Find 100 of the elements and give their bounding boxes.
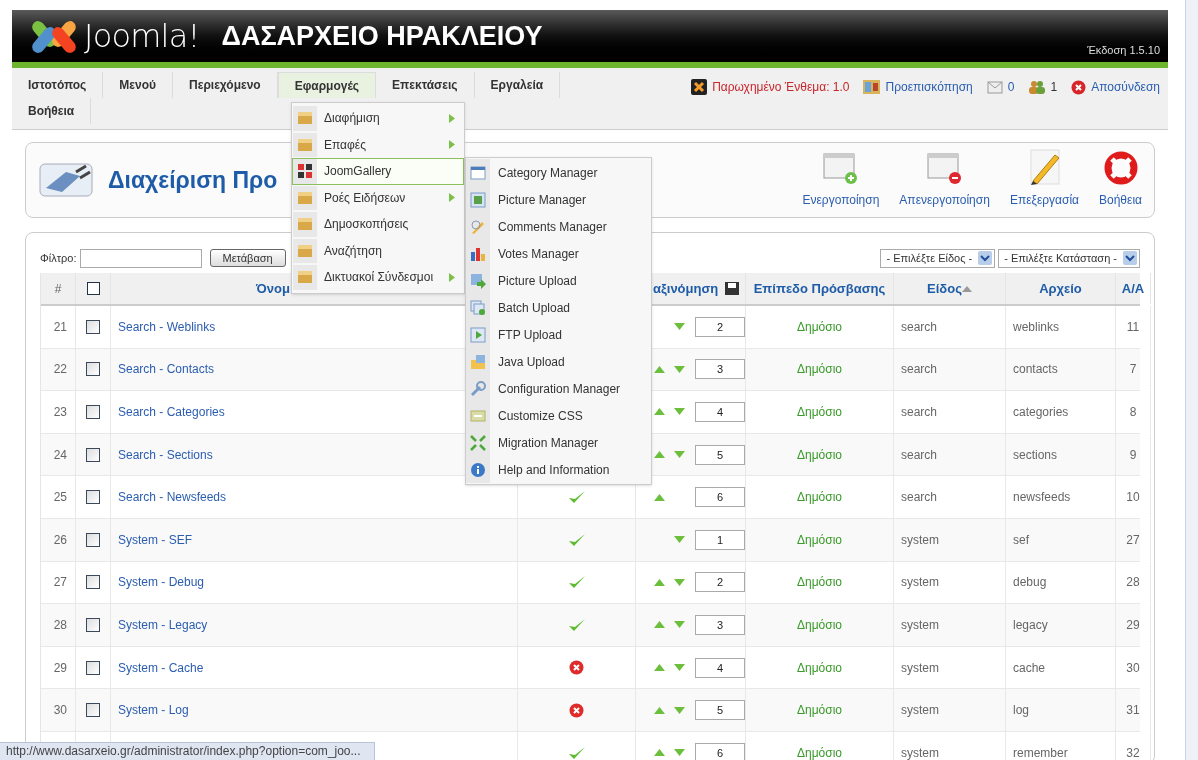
menu-item[interactable]: Περιεχόμενο xyxy=(173,72,278,98)
order-field[interactable]: 4 xyxy=(695,657,745,678)
plugin-link[interactable]: Search - Categories xyxy=(118,403,225,421)
access-link[interactable]: Δημόσιο xyxy=(797,445,842,464)
column-header[interactable]: Επίπεδο Πρόσβασης xyxy=(753,278,886,299)
arrow-up-icon[interactable] xyxy=(654,451,665,459)
menu-item[interactable]: Help and Information xyxy=(466,456,651,483)
menu-item[interactable]: Customize CSS xyxy=(466,402,651,429)
plugin-link[interactable]: System - Cache xyxy=(118,658,204,677)
arrow-up-icon[interactable] xyxy=(654,493,665,501)
menu-item[interactable]: Επεκτάσεις xyxy=(376,72,475,98)
access-link[interactable]: Δημόσιο xyxy=(797,701,842,720)
select-dropdown[interactable]: - Επιλέξτε Κατάσταση - xyxy=(998,248,1140,268)
checkbox[interactable] xyxy=(86,282,100,295)
go-button[interactable]: Μετάβαση xyxy=(209,249,286,267)
users-link[interactable]: 1 xyxy=(1050,78,1058,96)
column-header[interactable]: Όνομ xyxy=(256,278,290,299)
order-field[interactable]: 2 xyxy=(695,572,745,593)
checkbox[interactable] xyxy=(86,617,100,632)
select-dropdown[interactable]: - Επιλέξτε Είδος - xyxy=(880,248,996,268)
access-link[interactable]: Δημόσιο xyxy=(797,658,842,677)
order-field[interactable]: 6 xyxy=(695,742,745,760)
plugin-link[interactable]: System - Log xyxy=(118,701,189,720)
logout-link[interactable]: Αποσύνδεση xyxy=(1091,78,1160,96)
order-field[interactable]: 4 xyxy=(695,402,745,422)
column-header[interactable]: αξινόμηση xyxy=(653,278,719,299)
checkbox[interactable] xyxy=(86,447,100,462)
menu-item[interactable]: Δικτυακοί Σύνδεσμοι xyxy=(292,264,464,291)
checkbox[interactable] xyxy=(86,532,100,547)
arrow-up-icon[interactable] xyxy=(654,621,665,629)
arrow-down-icon[interactable] xyxy=(673,536,685,544)
menu-item[interactable]: FTP Upload xyxy=(466,321,651,348)
order-field[interactable]: 5 xyxy=(695,700,745,721)
arrow-up-icon[interactable] xyxy=(654,706,665,714)
menu-item[interactable]: Δημοσκοπήσεις xyxy=(292,211,464,238)
menu-item[interactable]: Ροές Ειδήσεων xyxy=(292,184,464,211)
checkbox[interactable] xyxy=(86,660,100,675)
disable-button[interactable]: Απενεργοποίηση xyxy=(897,153,992,209)
legacy-link[interactable]: Παρωχημένο Ένθεμα: 1.0 xyxy=(712,78,850,96)
arrow-up-icon[interactable] xyxy=(654,578,665,586)
menu-item[interactable]: Java Upload xyxy=(466,348,651,375)
plugin-link[interactable]: Search - Sections xyxy=(118,445,213,464)
checkbox[interactable] xyxy=(86,319,100,334)
check-icon[interactable] xyxy=(567,531,586,548)
order-field[interactable]: 5 xyxy=(695,444,745,465)
access-link[interactable]: Δημόσιο xyxy=(797,317,842,336)
arrow-down-icon[interactable] xyxy=(673,621,685,629)
arrow-down-icon[interactable] xyxy=(673,578,685,586)
arrow-down-icon[interactable] xyxy=(673,408,685,416)
access-link[interactable]: Δημόσιο xyxy=(797,615,842,634)
menu-item[interactable]: Επαφές xyxy=(292,131,464,158)
menu-item[interactable]: Εργαλεία xyxy=(474,72,561,98)
menu-item[interactable]: Configuration Manager xyxy=(466,375,651,402)
menu-item[interactable]: Ιστοτόπος xyxy=(12,72,104,98)
menu-item[interactable]: Βοήθεια xyxy=(12,98,92,124)
check-icon[interactable] xyxy=(567,616,586,633)
plugin-link[interactable]: Search - Weblinks xyxy=(118,317,216,336)
access-link[interactable]: Δημόσιο xyxy=(797,573,842,592)
help-button[interactable]: Βοήθεια xyxy=(1097,151,1144,209)
arrow-down-icon[interactable] xyxy=(673,664,685,672)
access-link[interactable]: Δημόσιο xyxy=(797,403,842,421)
menu-item[interactable]: Διαφήμιση xyxy=(292,105,464,132)
menu-item[interactable]: Μενού xyxy=(103,72,174,98)
menu-item[interactable]: JoomGallery xyxy=(292,158,464,185)
enable-button[interactable]: Ενεργοποίηση xyxy=(800,153,882,209)
plugin-link[interactable]: System - SEF xyxy=(118,530,192,549)
arrow-up-icon[interactable] xyxy=(654,408,665,416)
menu-item[interactable]: Batch Upload xyxy=(466,294,651,321)
order-field[interactable]: 3 xyxy=(695,359,745,380)
x-circle-icon[interactable] xyxy=(569,702,584,718)
access-link[interactable]: Δημόσιο xyxy=(797,488,842,507)
checkbox[interactable] xyxy=(86,703,100,718)
menu-item[interactable]: Comments Manager xyxy=(466,213,651,240)
filter-field[interactable] xyxy=(79,248,202,268)
column-header[interactable]: Αρχείο xyxy=(1039,278,1082,299)
access-link[interactable]: Δημόσιο xyxy=(797,530,842,549)
arrow-down-icon[interactable] xyxy=(673,323,685,331)
arrow-up-icon[interactable] xyxy=(654,749,665,757)
access-link[interactable]: Δημόσιο xyxy=(797,743,842,760)
menu-item[interactable]: Picture Upload xyxy=(466,267,651,294)
arrow-down-icon[interactable] xyxy=(673,365,685,373)
arrow-down-icon[interactable] xyxy=(673,706,685,714)
menu-item[interactable]: Εφαρμογές xyxy=(277,72,377,98)
checkbox[interactable] xyxy=(86,362,100,377)
plugin-link[interactable]: Search - Contacts xyxy=(118,360,215,379)
order-field[interactable]: 2 xyxy=(695,316,745,337)
menu-item[interactable]: Votes Manager xyxy=(466,240,651,267)
preview-link[interactable]: Προεπισκόπηση xyxy=(885,78,973,96)
order-field[interactable]: 1 xyxy=(695,529,745,550)
arrow-down-icon[interactable] xyxy=(673,749,685,757)
scrollbar[interactable] xyxy=(1185,0,1198,760)
arrow-up-icon[interactable] xyxy=(654,664,665,672)
edit-button[interactable]: Επεξεργασία xyxy=(1007,149,1081,209)
checkbox[interactable] xyxy=(86,575,100,590)
access-link[interactable]: Δημόσιο xyxy=(797,360,842,379)
checkbox[interactable] xyxy=(86,405,100,419)
x-circle-icon[interactable] xyxy=(569,660,584,676)
menu-item[interactable]: Αναζήτηση xyxy=(292,237,464,264)
messages-link[interactable]: 0 xyxy=(1007,78,1015,96)
menu-item[interactable]: Migration Manager xyxy=(466,429,651,456)
